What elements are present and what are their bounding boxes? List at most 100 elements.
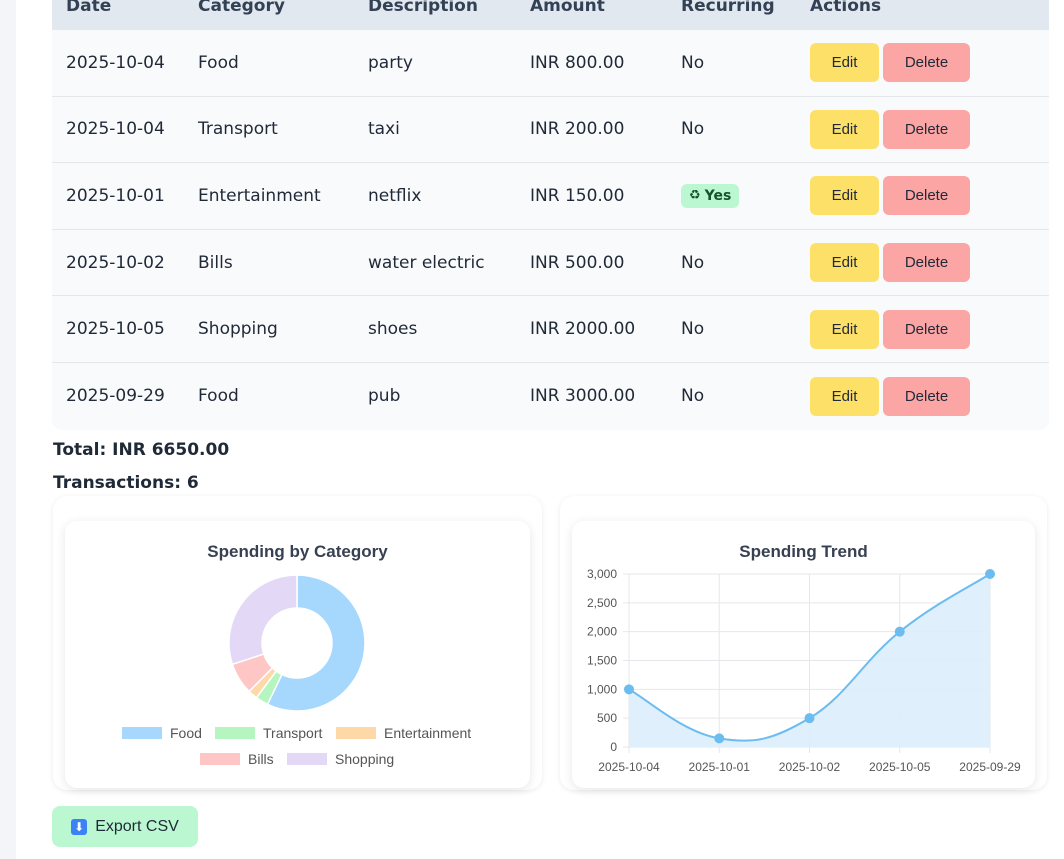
cell-date: 2025-10-04 [66,52,165,73]
row-actions: Edit Delete [810,43,1049,83]
trend-point-2025-10-05[interactable] [894,626,905,637]
y-tick-label: 2,000 [587,625,617,639]
x-tick-label: 2025-10-04 [598,760,660,774]
legend-swatch [215,727,255,739]
delete-button[interactable]: Delete [883,376,970,416]
export-csv-label: Export CSV [95,817,179,835]
table-row: 2025-10-04 Food party INR 800.00 No Edit Delet… [52,30,1049,97]
cell-amount: INR 3000.00 [530,386,636,407]
legend-swatch [336,727,376,739]
x-tick-label: 2025-10-01 [689,760,751,774]
header-recurring[interactable]: Recurring [681,0,810,16]
table-row: 2025-10-02 Bills water electric INR 500.00 N… [52,229,1049,297]
table-row: 2025-10-05 Shopping shoes INR 2000.00 No Edit… [52,296,1049,363]
cell-date: 2025-10-04 [66,119,165,140]
edit-button[interactable]: Edit [810,309,879,349]
edit-button[interactable]: Edit [810,43,879,83]
trend-point-2025-10-04[interactable] [624,684,634,695]
header-category[interactable]: Category [198,0,368,16]
table-body: 2025-10-04 Food party INR 800.00 No Edit Delet… [52,30,1049,430]
header-description[interactable]: Description [368,0,530,16]
cell-recurring: No [681,52,705,73]
cell-category: Bills [198,252,233,273]
cell-amount: INR 800.00 [530,52,625,73]
legend-item-entertainment[interactable]: Entertainment [336,725,471,741]
cell-recurring: No [681,319,705,340]
edit-button[interactable]: Edit [810,243,879,283]
legend-label: Entertainment [384,725,472,741]
cell-category: Shopping [198,319,278,340]
cell-date: 2025-09-29 [66,386,165,407]
transactions-table: Date Category Description Amount Recurri… [52,0,1049,430]
legend-item-food[interactable]: Food [122,725,202,741]
cell-date: 2025-10-02 [66,252,165,273]
row-actions: Edit Delete [810,109,1049,149]
delete-button[interactable]: Delete [883,43,970,83]
cell-recurring: ♻ Yes [681,183,810,208]
x-tick-label: 2025-09-29 [959,760,1021,774]
header-actions: Actions [810,0,882,16]
recurring-badge: ♻ Yes [681,183,740,208]
edit-button[interactable]: Edit [810,376,879,416]
cell-description: water electric [368,252,485,273]
delete-button[interactable]: Delete [883,309,970,349]
delete-button[interactable]: Delete [883,176,970,216]
legend-label: Transport [263,725,323,741]
cell-category: Food [198,52,239,73]
legend-swatch [287,753,327,765]
cell-recurring: No [681,252,705,273]
x-tick-label: 2025-10-02 [779,760,841,774]
export-csv-button[interactable]: ⬇ Export CSV [52,806,198,847]
category-chart-card: Spending by Category Food Transport Entert… [53,496,542,790]
category-donut-chart [228,574,366,712]
cell-recurring: No [681,119,705,140]
legend-label: Bills [248,751,274,767]
table-row: 2025-10-04 Transport taxi INR 200.00 No Edit D… [52,96,1049,164]
trend-point-2025-10-01[interactable] [714,733,725,744]
row-actions: Edit Delete [810,309,1049,349]
trend-chart-inner: Spending Trend 0 500 1,000 1,500 2,000 2,500 3… [572,521,1035,788]
legend-item-bills[interactable]: Bills [200,751,274,767]
y-tick-label: 0 [610,740,617,754]
y-tick-label: 1,000 [587,682,617,696]
y-tick-label: 2,500 [587,596,617,610]
y-tick-label: 3,000 [587,567,617,581]
edit-button[interactable]: Edit [810,109,879,149]
table-header: Date Category Description Amount Recurri… [52,0,1049,30]
table-row: 2025-10-01 Entertainment netflix INR 150.00… [52,163,1049,230]
spending-trend-chart: 0 500 1,000 1,500 2,000 2,500 3,000 2025-10-04 2… [587,567,1021,774]
cell-amount: INR 200.00 [530,119,625,140]
cell-category: Food [198,386,239,407]
cell-category: Transport [198,119,278,140]
edit-button[interactable]: Edit [810,176,879,216]
download-icon: ⬇ [71,818,88,835]
header-amount[interactable]: Amount [530,0,681,16]
header-date[interactable]: Date [52,0,198,16]
cell-amount: INR 500.00 [530,252,625,273]
row-actions: Edit Delete [810,376,1049,416]
x-tick-label: 2025-10-05 [869,760,931,774]
legend-swatch [200,753,240,765]
y-tick-label: 500 [597,711,617,725]
row-actions: Edit Delete [810,243,1049,283]
trend-point-2025-10-02[interactable] [804,713,815,724]
cell-description: pub [368,386,401,407]
cell-description: shoes [368,319,418,340]
delete-button[interactable]: Delete [883,243,970,283]
cell-amount: INR 150.00 [530,185,625,206]
legend-swatch [122,727,162,739]
pie-slice-shopping[interactable] [228,574,298,666]
delete-button[interactable]: Delete [883,109,970,149]
legend-label: Shopping [335,751,395,767]
cell-date: 2025-10-01 [66,185,165,206]
legend-item-shopping[interactable]: Shopping [287,751,394,767]
y-tick-label: 1,500 [587,654,617,668]
legend-item-transport[interactable]: Transport [215,725,322,741]
cell-recurring: No [681,386,705,407]
table-row: 2025-09-29 Food pub INR 3000.00 No Edit Delete [52,362,1049,430]
trend-point-2025-09-29[interactable] [985,569,995,579]
row-actions: Edit Delete [810,176,1049,216]
transaction-count: Transactions: 6 [53,473,199,493]
recycle-icon: ♻ [689,188,701,204]
total-amount: Total: INR 6650.00 [53,440,230,460]
